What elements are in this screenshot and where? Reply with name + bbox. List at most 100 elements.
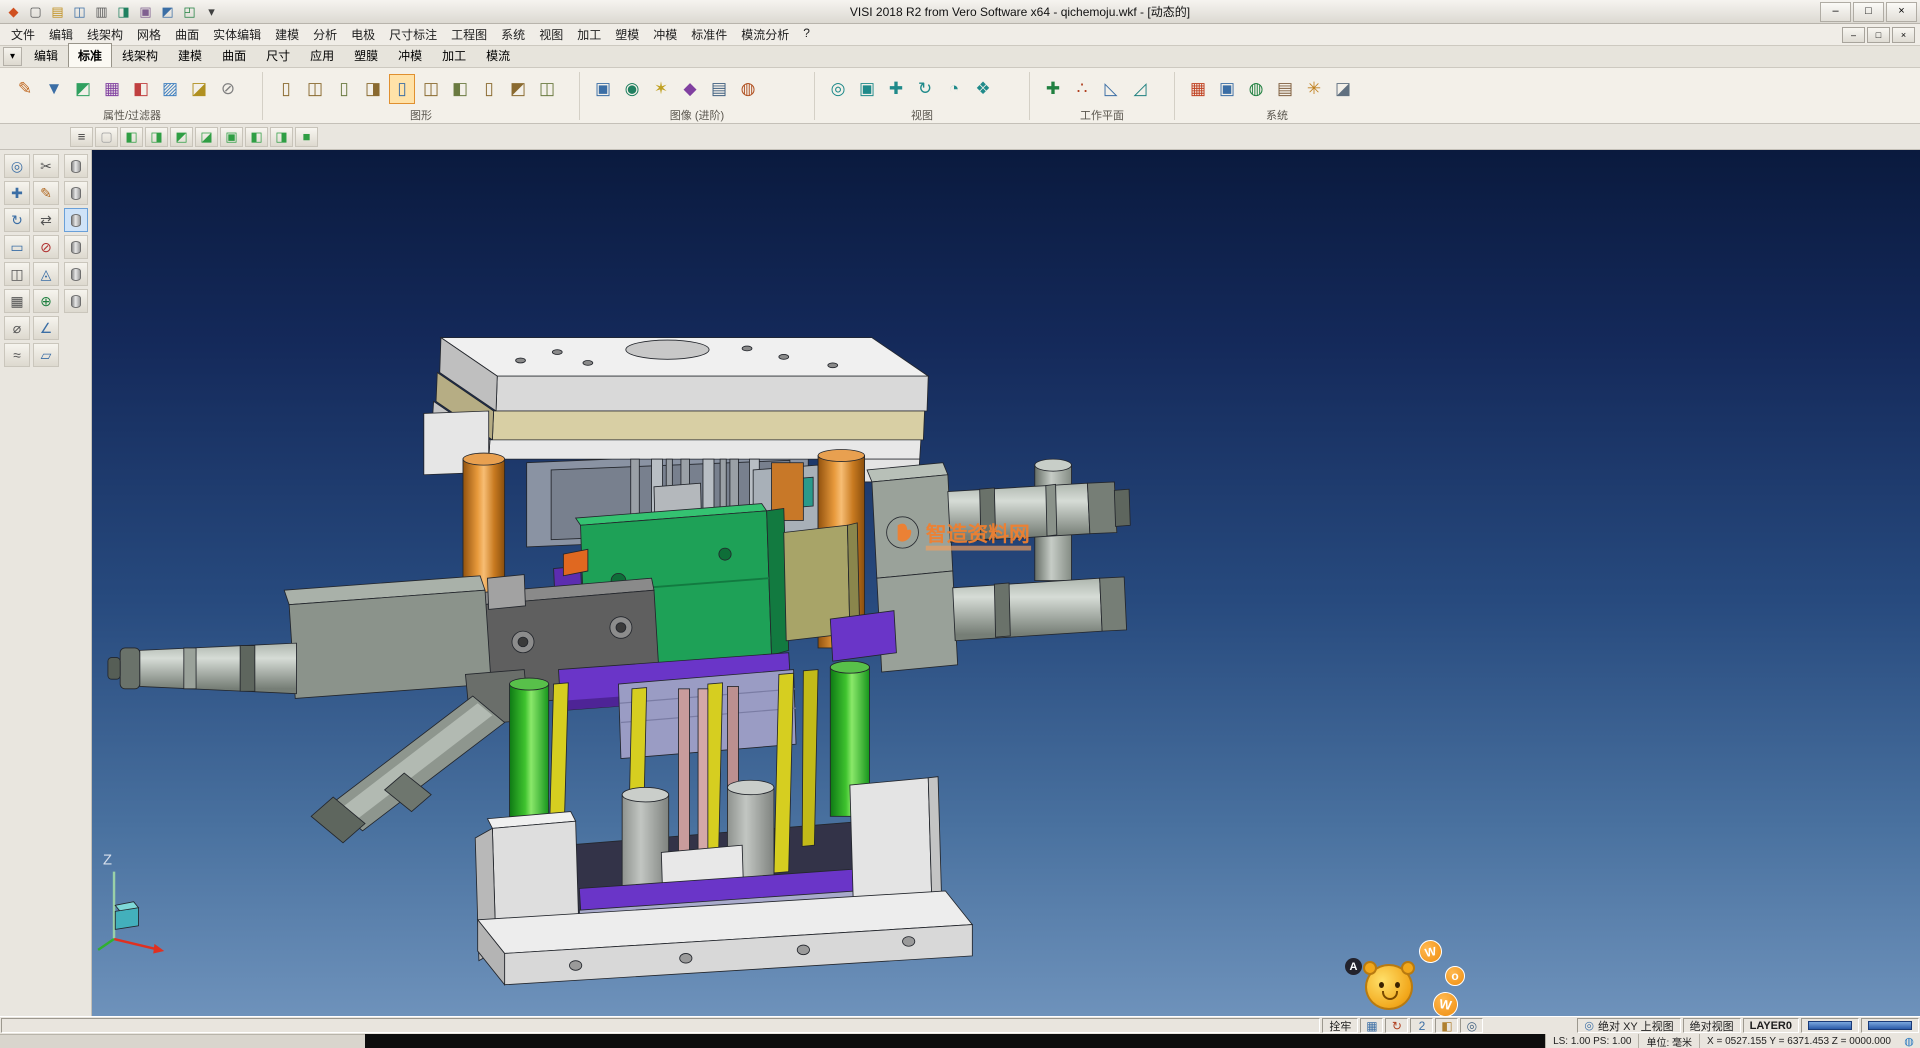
status-lock-toggle[interactable]: 拴牢 (1322, 1018, 1358, 1033)
layer-count-icon[interactable]: 2 (1410, 1018, 1433, 1033)
zoom-tool-icon[interactable]: ◎ (4, 154, 30, 178)
entity-filter-button-3[interactable] (64, 208, 88, 232)
image-capture-icon[interactable]: ▣ (590, 74, 616, 104)
save-icon[interactable]: ◫ (69, 2, 90, 22)
view-iso-icon[interactable]: ◧ (120, 127, 143, 147)
delete-tool-icon[interactable]: ⊘ (33, 235, 59, 259)
entity-filter-button-5[interactable] (64, 262, 88, 286)
system-macro-icon[interactable]: ✳ (1301, 74, 1327, 104)
app-icon[interactable]: ◆ (3, 2, 24, 22)
child-restore-button[interactable]: □ (1867, 27, 1890, 43)
hydraulic-cylinder-left[interactable] (108, 576, 491, 699)
trace-toggle-icon[interactable]: ◎ (1460, 1018, 1483, 1033)
filter-type-icon[interactable]: ◧ (128, 74, 154, 104)
viewbar-menu-icon[interactable]: ≡ (70, 127, 93, 147)
maximize-button[interactable]: □ (1853, 2, 1884, 22)
filter-reset-icon[interactable]: ⊘ (215, 74, 241, 104)
system-settings-icon[interactable]: ▦ (1185, 74, 1211, 104)
minimize-button[interactable]: – (1820, 2, 1851, 22)
filter-color-icon[interactable]: ◩ (70, 74, 96, 104)
open-folder-icon[interactable]: ▤ (47, 2, 68, 22)
graphics-hidden-icon[interactable]: ◫ (302, 74, 328, 104)
graphics-wireframe-icon[interactable]: ▯ (273, 74, 299, 104)
graphics-transparent-icon[interactable]: ◫ (418, 74, 444, 104)
print-icon[interactable]: ▥ (91, 2, 112, 22)
view-previous-icon[interactable]: ◔ (941, 74, 967, 104)
view-zoom-window-icon[interactable]: ▣ (854, 74, 880, 104)
trim-tool-icon[interactable]: ✂ (33, 154, 59, 178)
system-exchange-icon[interactable]: ◪ (1330, 74, 1356, 104)
plot-icon[interactable]: ◨ (113, 2, 134, 22)
snap-tool-icon[interactable]: ⊕ (33, 289, 59, 313)
status-globe-icon[interactable]: ◍ (1898, 1034, 1920, 1048)
scale-tool-icon[interactable]: ◬ (33, 262, 59, 286)
entity-filter-button-1[interactable] (64, 154, 88, 178)
hydraulic-cylinders-right[interactable] (867, 463, 1130, 672)
redraw-icon[interactable]: ↻ (1385, 1018, 1408, 1033)
cad-model-canvas[interactable]: 智造资料网 Z (92, 150, 1920, 1016)
array-tool-icon[interactable]: ▦ (4, 289, 30, 313)
child-close-button[interactable]: × (1892, 27, 1915, 43)
filter-solid-icon[interactable]: ◪ (186, 74, 212, 104)
view-front-icon[interactable]: ◩ (170, 127, 193, 147)
status-view-mode[interactable]: ◎ 绝对 XY 上视图 (1577, 1018, 1680, 1033)
status-absolute-view[interactable]: 绝对视图 (1683, 1018, 1741, 1033)
view-zoom-all-icon[interactable]: ◎ (825, 74, 851, 104)
view-axon-icon[interactable]: ■ (295, 127, 318, 147)
angle-tool-icon[interactable]: ∠ (33, 316, 59, 340)
image-settings-icon[interactable]: ◍ (735, 74, 761, 104)
screenshot-icon[interactable]: ▣ (135, 2, 156, 22)
entity-filter-button-4[interactable] (64, 235, 88, 259)
view-pan-icon[interactable]: ✚ (883, 74, 909, 104)
attributes-icon[interactable]: ✎ (12, 74, 38, 104)
qat-dropdown-caret[interactable]: ▾ (201, 2, 222, 22)
mirror-tool-icon[interactable]: ⇄ (33, 208, 59, 232)
offset-tool-icon[interactable]: ≈ (4, 343, 30, 367)
view-back-icon[interactable]: ◧ (245, 127, 268, 147)
graphics-section-icon[interactable]: ◧ (447, 74, 473, 104)
view-bottom-icon[interactable]: ◨ (270, 127, 293, 147)
measure-tool-icon[interactable]: ▱ (33, 343, 59, 367)
entity-filter-button-6[interactable] (64, 289, 88, 313)
view-rotate-icon[interactable]: ↻ (912, 74, 938, 104)
image-icon[interactable]: ◩ (157, 2, 178, 22)
viewport[interactable]: 智造资料网 Z (92, 150, 1920, 1016)
child-minimize-button[interactable]: – (1842, 27, 1865, 43)
view-right-icon[interactable]: ◪ (195, 127, 218, 147)
workplane-3points-icon[interactable]: ∴ (1069, 74, 1095, 104)
image-background-icon[interactable]: ▤ (706, 74, 732, 104)
filter-mask-icon[interactable]: ▨ (157, 74, 183, 104)
status-units[interactable]: 单位: 毫米 (1638, 1034, 1699, 1048)
tab-dropdown-caret[interactable]: ▾ (3, 47, 22, 66)
viewbar-blank-icon[interactable]: ▢ (95, 127, 118, 147)
diameter-tool-icon[interactable]: ⌀ (4, 316, 30, 340)
move-tool-icon[interactable]: ✚ (4, 181, 30, 205)
image-materials-icon[interactable]: ◆ (677, 74, 703, 104)
workplane-entity-icon[interactable]: ◺ (1098, 74, 1124, 104)
graphics-shaded-edges-icon[interactable]: ◨ (360, 74, 386, 104)
snap-grid-icon[interactable]: ▦ (1360, 1018, 1383, 1033)
filter-elements-icon[interactable]: ▼ (41, 74, 67, 104)
system-layers-icon[interactable]: ▤ (1272, 74, 1298, 104)
edit-tool-icon[interactable]: ✎ (33, 181, 59, 205)
graphics-ghost-icon[interactable]: ▯ (389, 74, 415, 104)
graphics-shaded-icon[interactable]: ▯ (331, 74, 357, 104)
new-document-icon[interactable]: ▢ (25, 2, 46, 22)
hydraulic-cylinder-lower-left[interactable] (311, 670, 529, 843)
image-lights-icon[interactable]: ✶ (648, 74, 674, 104)
copy-tool-icon[interactable]: ◫ (4, 262, 30, 286)
save-all-icon[interactable]: ◰ (179, 2, 200, 22)
view-left-icon[interactable]: ▣ (220, 127, 243, 147)
system-globe-icon[interactable]: ◍ (1243, 74, 1269, 104)
filter-layer-icon[interactable]: ▦ (99, 74, 125, 104)
view-top-icon[interactable]: ◨ (145, 127, 168, 147)
graphics-curvature-icon[interactable]: ◫ (534, 74, 560, 104)
graphics-zebra-icon[interactable]: ▯ (476, 74, 502, 104)
entity-filter-button-2[interactable] (64, 181, 88, 205)
rectangle-tool-icon[interactable]: ▭ (4, 235, 30, 259)
workplane-view-icon[interactable]: ◿ (1127, 74, 1153, 104)
rotate-tool-icon[interactable]: ↻ (4, 208, 30, 232)
graphics-draft-icon[interactable]: ◩ (505, 74, 531, 104)
mask-toggle-icon[interactable]: ◧ (1435, 1018, 1458, 1033)
system-monitor-icon[interactable]: ▣ (1214, 74, 1240, 104)
